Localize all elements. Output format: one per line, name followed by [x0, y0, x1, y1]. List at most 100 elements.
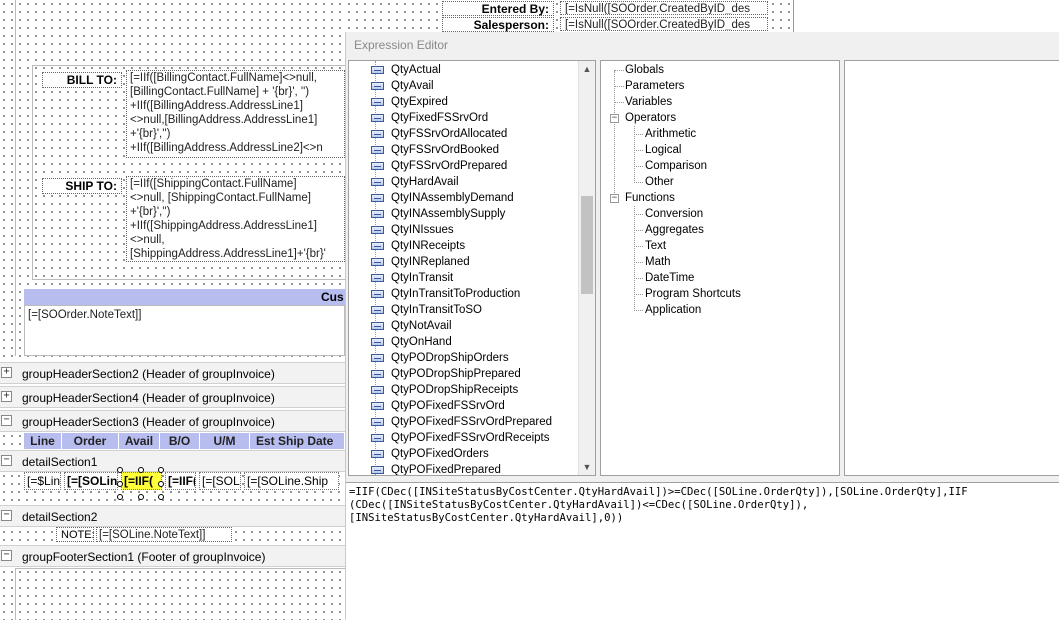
resize-handle[interactable] [117, 494, 123, 500]
bill-to-label[interactable]: BILL TO: [42, 72, 122, 88]
tree-item-variables[interactable]: Variables [625, 94, 672, 110]
column-header[interactable]: Line [24, 433, 62, 449]
collapse-minus-icon[interactable]: − [1, 455, 12, 466]
fields-scrollbar[interactable]: ▲ ▼ [578, 61, 595, 475]
group-footer-section-1[interactable]: − groupFooterSection1 (Footer of groupIn… [0, 545, 345, 567]
field-item[interactable]: QtyHardAvail [371, 174, 459, 190]
field-item[interactable]: QtyPOFixedFSSrvOrd [371, 398, 505, 414]
field-item[interactable]: QtyINReceipts [371, 238, 465, 254]
field-item[interactable]: QtyPODropShipPrepared [371, 366, 521, 382]
column-header-row[interactable]: Line Order Avail B/O U/M Est Ship Date [24, 433, 345, 449]
field-item[interactable]: QtyINIssues [371, 222, 454, 238]
tree-item-application[interactable]: Application [645, 302, 701, 318]
detail-cell-bo[interactable]: [=IIF( [165, 472, 196, 490]
expand-plus-icon[interactable]: + [1, 391, 12, 402]
field-item[interactable]: QtyFSSrvOrdBooked [371, 142, 499, 158]
scrollbar-thumb[interactable] [581, 196, 593, 294]
tree-item-other[interactable]: Other [645, 174, 674, 190]
field-item[interactable]: QtyPODropShipOrders [371, 350, 509, 366]
expand-plus-icon[interactable]: + [1, 367, 12, 378]
scroll-down-icon[interactable]: ▼ [579, 459, 595, 475]
group-header-section-3[interactable]: − groupHeaderSection3 (Header of groupIn… [0, 410, 345, 432]
detail-cell-order[interactable]: [=[SOLin [64, 472, 118, 490]
collapse-minus-icon[interactable]: − [1, 415, 12, 426]
tree-item-globals[interactable]: Globals [625, 62, 664, 78]
detail-cell-ship-date[interactable]: [=[SOLine.Ship [244, 472, 339, 490]
detail-cell-avail-selected[interactable]: [=IIF( [121, 472, 162, 490]
detail-section-1[interactable]: − detailSection1 [0, 450, 345, 472]
tree-item-program-shortcuts[interactable]: Program Shortcuts [645, 286, 741, 302]
expression-textarea[interactable]: =IIF(CDec([INSiteStatusByCostCenter.QtyH… [346, 482, 1059, 620]
field-item[interactable]: QtyINAssemblySupply [371, 206, 505, 222]
field-item[interactable]: QtyPOFixedPrepared [371, 462, 501, 475]
customer-header-band[interactable]: Cus [24, 289, 345, 305]
resize-handle[interactable] [158, 481, 164, 487]
tree-item-conversion[interactable]: Conversion [645, 206, 703, 222]
scroll-up-icon[interactable]: ▲ [579, 61, 595, 77]
field-item[interactable]: QtyInTransitToProduction [371, 286, 520, 302]
resize-handle[interactable] [158, 494, 164, 500]
detail-row[interactable]: [=$Lin [=[SOLin [=IIF( [=IIF( [=[SOL [=[… [24, 472, 345, 492]
field-item[interactable]: QtyPOFixedOrders [371, 446, 489, 462]
tree-item-comparison[interactable]: Comparison [645, 158, 707, 174]
field-item[interactable]: QtyPOFixedFSSrvOrdReceipts [371, 430, 549, 446]
field-item[interactable]: QtyINReplaned [371, 254, 470, 270]
tree-item-logical[interactable]: Logical [645, 142, 681, 158]
tree-item-text[interactable]: Text [645, 238, 666, 254]
column-header[interactable]: U/M [200, 433, 250, 449]
field-item[interactable]: QtyINAssemblyDemand [371, 190, 514, 206]
field-item[interactable]: QtyExpired [371, 94, 448, 110]
column-header[interactable]: B/O [160, 433, 200, 449]
entered-by-label[interactable]: Entered By: [442, 1, 554, 16]
entered-by-value[interactable]: [=IsNull([SOOrder.CreatedByID_des [560, 1, 768, 15]
field-item[interactable]: QtyFixedFSSrvOrd [371, 110, 488, 126]
resize-handle[interactable] [117, 467, 123, 473]
collapse-minus-icon[interactable]: − [1, 550, 12, 561]
categories-tree-panel[interactable]: Globals Parameters Variables − Operators… [600, 60, 840, 476]
field-item[interactable]: QtyPOFixedFSSrvOrdPrepared [371, 414, 552, 430]
bill-to-field[interactable]: [=IIf([BillingContact.FullName]<>null, [… [126, 70, 345, 158]
detail-cell-um[interactable]: [=[SOL [199, 472, 241, 490]
tree-item-operators[interactable]: Operators [625, 110, 676, 126]
group-header-section-4[interactable]: + groupHeaderSection4 (Header of groupIn… [0, 386, 345, 408]
expression-editor-window[interactable]: Expression Editor QtyActual QtyAvail Qty… [345, 32, 1059, 620]
tree-item-functions[interactable]: Functions [625, 190, 675, 206]
field-item[interactable]: QtyAvail [371, 78, 434, 94]
tree-item-parameters[interactable]: Parameters [625, 78, 684, 94]
field-item[interactable]: QtyPODropShipReceipts [371, 382, 518, 398]
order-note-box[interactable]: [=[SOOrder.NoteText]] [24, 305, 345, 356]
field-item[interactable]: QtyInTransit [371, 270, 453, 286]
resize-handle[interactable] [138, 467, 144, 473]
tree-item-math[interactable]: Math [645, 254, 671, 270]
line-note-value[interactable]: [=[SOLine.NoteText]] [96, 527, 232, 542]
field-item[interactable]: QtyActual [371, 62, 441, 78]
detail-section-2[interactable]: − detailSection2 [0, 505, 345, 527]
ship-to-label[interactable]: SHIP TO: [42, 178, 122, 194]
column-header[interactable]: Est Ship Date [250, 433, 345, 449]
field-item[interactable]: QtyNotAvail [371, 318, 452, 334]
detail-cell-line[interactable]: [=$Lin [24, 472, 61, 490]
line-note-label[interactable]: NOTE: [56, 527, 95, 542]
field-item[interactable]: QtyFSSrvOrdAllocated [371, 126, 507, 142]
field-item[interactable]: QtyInTransitToSO [371, 302, 482, 318]
resize-handle[interactable] [158, 467, 164, 473]
collapse-minus-icon[interactable]: − [1, 510, 12, 521]
column-header[interactable]: Avail [119, 433, 160, 449]
field-item[interactable]: QtyFSSrvOrdPrepared [371, 158, 507, 174]
section-label: groupHeaderSection3 (Header of groupInvo… [22, 415, 275, 429]
tree-item-aggregates[interactable]: Aggregates [645, 222, 704, 238]
resize-handle[interactable] [117, 481, 123, 487]
ship-to-field[interactable]: [=IIf([ShippingContact.FullName] <>null,… [126, 176, 345, 262]
collapse-functions-icon[interactable]: − [610, 194, 619, 203]
group-header-section-2[interactable]: + groupHeaderSection2 (Header of groupIn… [0, 362, 345, 384]
tree-item-arithmetic[interactable]: Arithmetic [645, 126, 696, 142]
salesperson-label[interactable]: Salesperson: [442, 17, 554, 32]
field-item[interactable]: QtyOnHand [371, 334, 452, 350]
resize-handle[interactable] [138, 494, 144, 500]
tree-item-datetime[interactable]: DateTime [645, 270, 694, 286]
fields-list-panel[interactable]: QtyActual QtyAvail QtyExpired QtyFixedFS… [348, 60, 596, 476]
column-header[interactable]: Order [62, 433, 119, 449]
salesperson-value[interactable]: [=IsNull([SOOrder.CreatedByID_des [560, 17, 768, 31]
line-note-row[interactable]: NOTE: [=[SOLine.NoteText]] [56, 527, 345, 543]
collapse-operators-icon[interactable]: − [610, 114, 619, 123]
